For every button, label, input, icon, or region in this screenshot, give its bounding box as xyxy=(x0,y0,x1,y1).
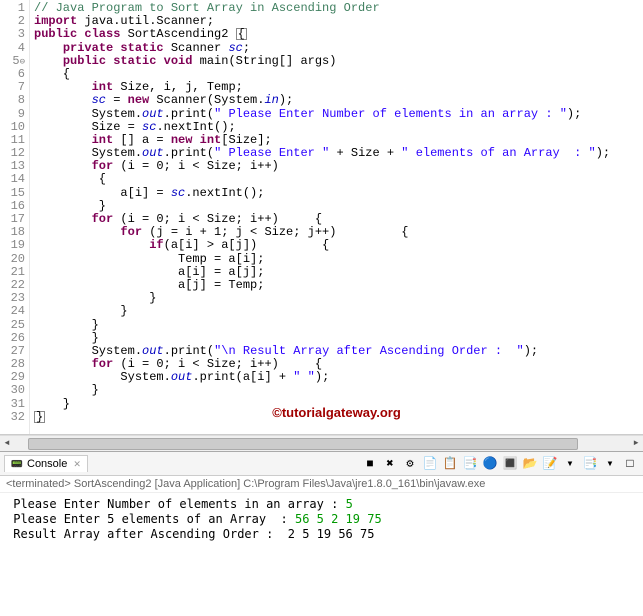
line-number: 9 xyxy=(2,108,25,121)
console-line: Please Enter 5 elements of an Array : 56… xyxy=(6,512,637,527)
console-line: Please Enter Number of elements in an ar… xyxy=(6,497,637,512)
line-number: 30 xyxy=(2,384,25,397)
line-number: 20 xyxy=(2,253,25,266)
code-line[interactable]: a[i] = sc.nextInt(); xyxy=(34,187,639,200)
code-editor[interactable]: 12345⊖6789101112131415161718192021222324… xyxy=(0,0,643,435)
code-line[interactable]: public static void main(String[] args) xyxy=(34,55,639,68)
line-number: 32 xyxy=(2,411,25,424)
console-icon: 📟 xyxy=(11,458,23,470)
scroll-left-arrow[interactable]: ◄ xyxy=(0,439,14,448)
code-line[interactable]: for (i = 0; i < Size; i++) xyxy=(34,160,639,173)
line-number: 4 xyxy=(2,42,25,55)
new-console-icon[interactable]: 📝 xyxy=(541,455,559,473)
line-number-gutter: 12345⊖6789101112131415161718192021222324… xyxy=(0,0,30,434)
line-number: 31 xyxy=(2,398,25,411)
line-number: 10 xyxy=(2,121,25,134)
remove-all-icon[interactable]: ⚙ xyxy=(401,455,419,473)
horizontal-scrollbar[interactable]: ◄ ► xyxy=(0,435,643,451)
code-line[interactable]: } xyxy=(34,384,639,397)
line-number: 8 xyxy=(2,94,25,107)
console-tab-label: Console xyxy=(27,458,67,470)
code-line[interactable]: import java.util.Scanner; xyxy=(34,15,639,28)
terminate-icon[interactable]: ■ xyxy=(361,455,379,473)
code-line[interactable]: } xyxy=(34,319,639,332)
line-number: 25 xyxy=(2,319,25,332)
console-toolbar: ■✖⚙📄📋📑🔵🔳📂📝▾📑▾□ xyxy=(361,455,639,473)
display-1-icon[interactable]: 🔵 xyxy=(481,455,499,473)
minimize-icon[interactable]: □ xyxy=(621,455,639,473)
open-console-icon[interactable]: 📂 xyxy=(521,455,539,473)
line-number: 3 xyxy=(2,28,25,41)
console-tab-close-icon[interactable]: ✕ xyxy=(73,459,81,470)
code-line[interactable]: System.out.print(a[i] + " "); xyxy=(34,371,639,384)
console-output[interactable]: Please Enter Number of elements in an ar… xyxy=(0,493,643,546)
console-panel: 📟 Console ✕ ■✖⚙📄📋📑🔵🔳📂📝▾📑▾□ <terminated> … xyxy=(0,451,643,546)
menu-icon[interactable]: ▾ xyxy=(561,455,579,473)
scroll-right-arrow[interactable]: ► xyxy=(629,439,643,448)
code-area[interactable]: // Java Program to Sort Array in Ascendi… xyxy=(30,0,643,434)
console-status: <terminated> SortAscending2 [Java Applic… xyxy=(0,476,643,493)
line-number: 15 xyxy=(2,187,25,200)
restore-icon[interactable]: 📑 xyxy=(581,455,599,473)
line-number: 21 xyxy=(2,266,25,279)
scrollbar-thumb[interactable] xyxy=(28,438,578,450)
pin-icon[interactable]: 📑 xyxy=(461,455,479,473)
line-number: 19 xyxy=(2,239,25,252)
display-2-icon[interactable]: 🔳 xyxy=(501,455,519,473)
console-tab-bar: 📟 Console ✕ ■✖⚙📄📋📑🔵🔳📂📝▾📑▾□ xyxy=(0,452,643,476)
console-tab[interactable]: 📟 Console ✕ xyxy=(4,455,88,472)
watermark: ©tutorialgateway.org xyxy=(34,404,639,422)
scroll-lock-icon[interactable]: 📋 xyxy=(441,455,459,473)
clear-icon[interactable]: 📄 xyxy=(421,455,439,473)
console-line: Result Array after Ascending Order : 2 5… xyxy=(6,527,637,542)
menu2-icon[interactable]: ▾ xyxy=(601,455,619,473)
remove-icon[interactable]: ✖ xyxy=(381,455,399,473)
line-number: 26 xyxy=(2,332,25,345)
code-line[interactable]: } xyxy=(34,305,639,318)
line-number: 14 xyxy=(2,173,25,186)
line-number: 24 xyxy=(2,305,25,318)
line-number: 5⊖ xyxy=(2,55,25,68)
